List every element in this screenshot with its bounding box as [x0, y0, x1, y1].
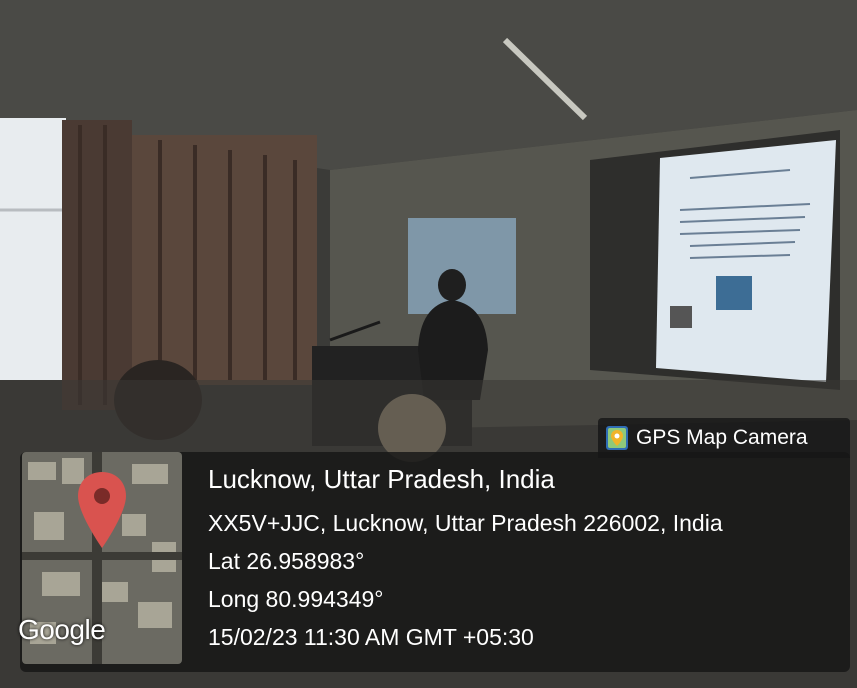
longitude-text: Long 80.994349° [208, 586, 384, 612]
timestamp-text: 15/02/23 11:30 AM GMT +05:30 [208, 624, 534, 650]
location-title: Lucknow, Uttar Pradesh, India [208, 464, 555, 494]
app-name: GPS Map Camera [636, 426, 808, 449]
wall-banner [408, 218, 516, 314]
google-logo: Google [18, 614, 106, 645]
map-pin-icon [606, 426, 628, 450]
address-text: XX5V+JJC, Lucknow, Uttar Pradesh 226002,… [208, 510, 723, 536]
projected-slide [656, 140, 836, 382]
window [0, 118, 66, 380]
location-details: Lucknow, Uttar Pradesh, India XX5V+JJC, … [208, 464, 828, 656]
latitude-text: Lat 26.958983° [208, 548, 365, 574]
curtain-left [62, 120, 132, 410]
